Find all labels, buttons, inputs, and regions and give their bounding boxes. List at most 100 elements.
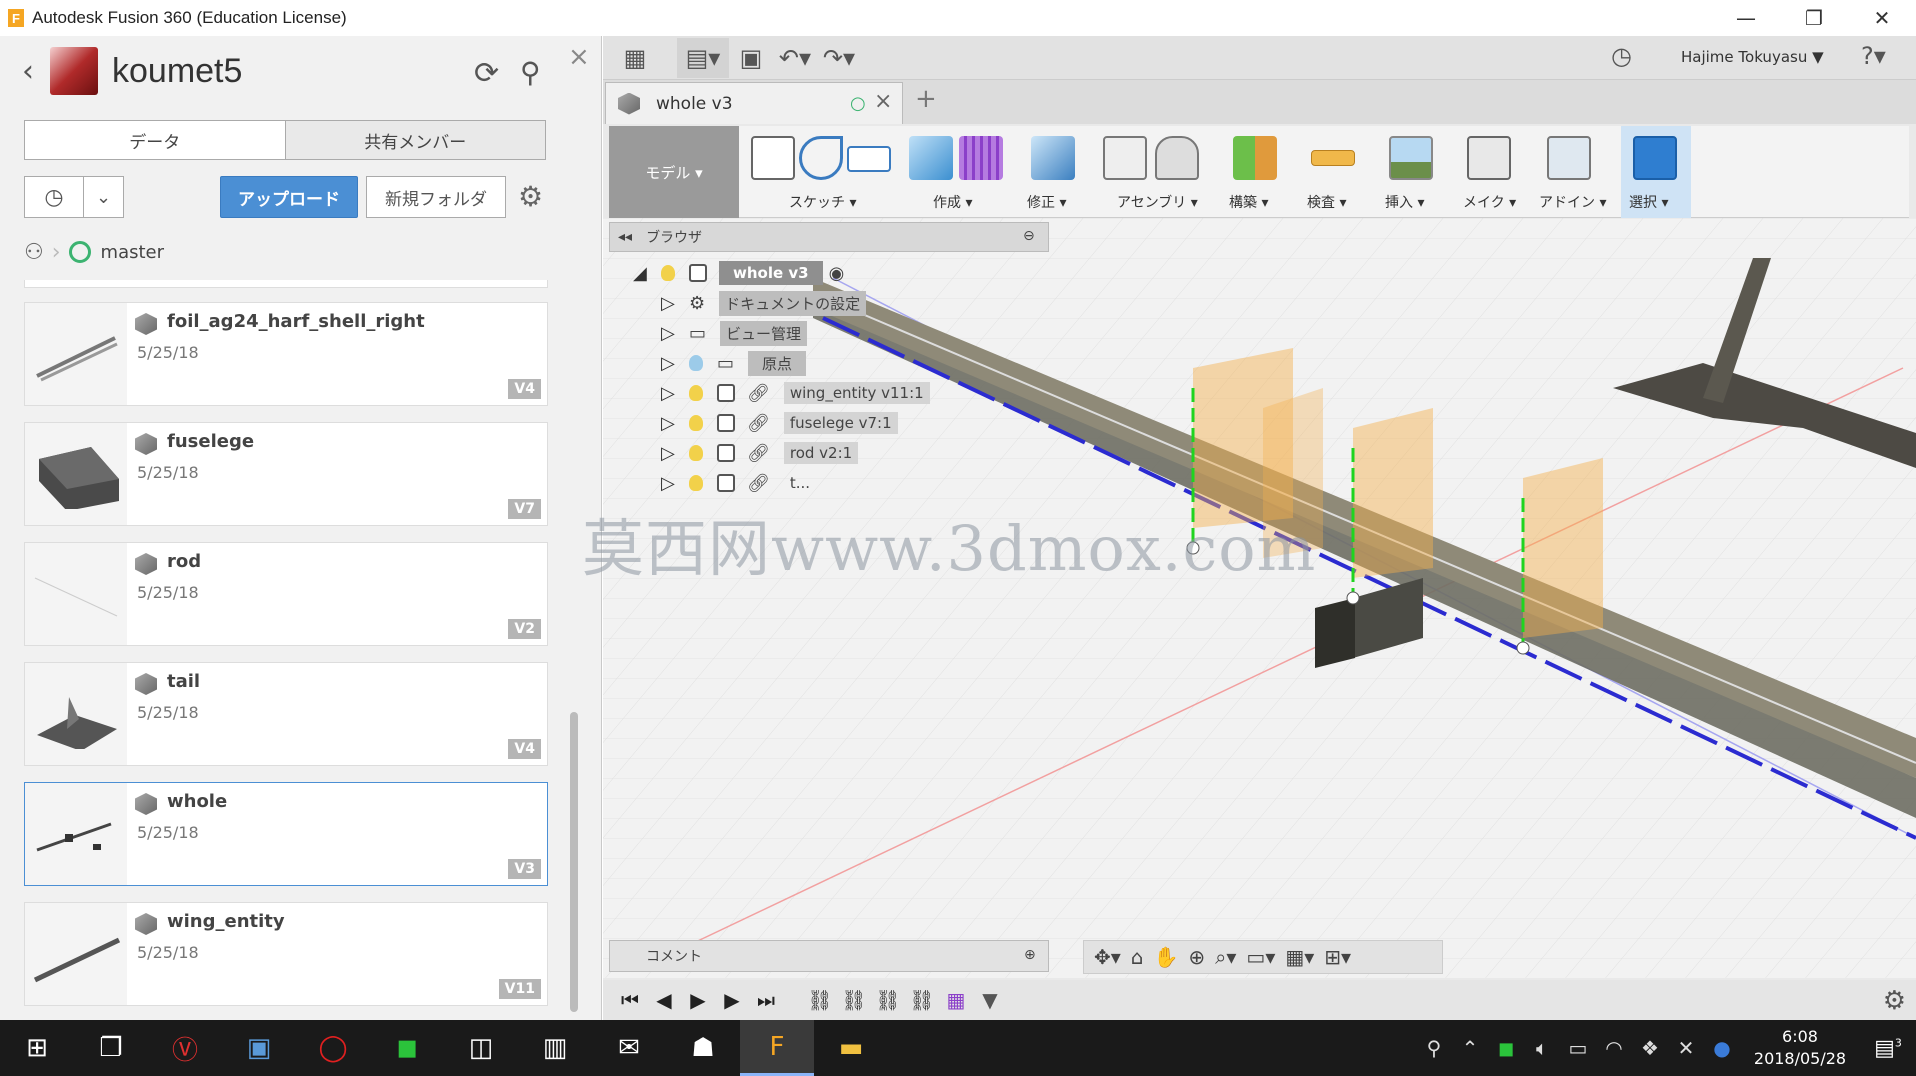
- game-app-icon[interactable]: ☗: [666, 1020, 740, 1076]
- line-tray-icon[interactable]: ◼: [1488, 1036, 1524, 1060]
- insert-image-icon[interactable]: [1389, 136, 1433, 180]
- system-clock[interactable]: 6:08 2018/05/28: [1740, 1026, 1860, 1070]
- addins-menu-label[interactable]: アドイン ▾: [1539, 192, 1606, 212]
- tree-item[interactable]: ▷ 🔗︎ fuselege v7:1: [661, 408, 898, 438]
- make-menu-label[interactable]: メイク ▾: [1463, 192, 1516, 212]
- play-icon[interactable]: ▶: [681, 988, 715, 1012]
- list-item-selected[interactable]: whole 5/25/18 V3: [24, 782, 548, 886]
- tree-item[interactable]: ▷ ⚙ ドキュメントの設定: [661, 288, 867, 318]
- create-sketch-icon[interactable]: [751, 136, 795, 180]
- file-menu-icon[interactable]: ▤▾: [677, 37, 729, 78]
- look-at-icon[interactable]: ⌂: [1131, 945, 1144, 969]
- visibility-bulb-icon[interactable]: [689, 475, 703, 491]
- visibility-bulb-icon[interactable]: [689, 445, 703, 461]
- tree-root[interactable]: ◢ whole v3 ◉: [633, 258, 844, 288]
- grid-icon[interactable]: ▦: [613, 38, 657, 78]
- tree-item[interactable]: ▷ 🔗︎ t...: [661, 468, 816, 498]
- tab-shared-members[interactable]: 共有メンバー: [284, 121, 545, 159]
- line-tool-icon[interactable]: [799, 136, 843, 180]
- close-x-tray-icon[interactable]: ✕: [1668, 1036, 1704, 1060]
- joint-icon[interactable]: [1155, 136, 1199, 180]
- mail-icon[interactable]: ✉: [592, 1020, 666, 1076]
- sketch-group[interactable]: スケッチ ▾: [745, 126, 895, 218]
- start-menu-icon[interactable]: ⊞: [0, 1020, 74, 1076]
- assemble-menu-label[interactable]: アセンブリ ▾: [1117, 192, 1198, 212]
- offset-plane-icon[interactable]: [1233, 136, 1277, 180]
- version-badge[interactable]: V4: [508, 379, 541, 399]
- select-group[interactable]: 選択 ▾: [1621, 126, 1691, 218]
- visibility-bulb-icon[interactable]: [689, 385, 703, 401]
- comment-bar[interactable]: コメント ⊕: [609, 940, 1049, 972]
- people-icon[interactable]: ⚲: [1416, 1036, 1452, 1060]
- opera-browser-icon[interactable]: ◯: [296, 1020, 370, 1076]
- minimize-button[interactable]: —: [1712, 0, 1780, 36]
- list-item[interactable]: rod 5/25/18 V2: [24, 542, 548, 646]
- modify-menu-label[interactable]: 修正 ▾: [1027, 192, 1066, 212]
- version-badge[interactable]: V11: [498, 979, 541, 999]
- make-group[interactable]: メイク ▾: [1455, 126, 1525, 218]
- orbit-icon[interactable]: ✥▾: [1094, 945, 1121, 969]
- insert-menu-label[interactable]: 挿入 ▾: [1385, 192, 1424, 212]
- tree-item[interactable]: ▷ ▭ 原点: [661, 348, 807, 378]
- history-icon[interactable]: ◷: [24, 176, 84, 218]
- file-explorer-icon[interactable]: ▬: [814, 1020, 888, 1076]
- branch-name[interactable]: master: [101, 242, 164, 263]
- branch-tree-icon[interactable]: ⚇: [24, 240, 44, 265]
- collapse-icon[interactable]: ◂◂: [618, 229, 632, 245]
- select-menu-label[interactable]: 選択 ▾: [1629, 192, 1668, 212]
- minus-icon[interactable]: ⊖: [1023, 228, 1035, 244]
- visibility-bulb-icon[interactable]: [689, 415, 703, 431]
- expand-triangle-icon[interactable]: ▷: [661, 473, 689, 494]
- list-item[interactable]: wing_entity 5/25/18 V11: [24, 902, 548, 1006]
- vivaldi-browser-icon[interactable]: Ⓥ: [148, 1020, 222, 1076]
- expand-triangle-icon[interactable]: ▷: [661, 323, 689, 344]
- construct-menu-label[interactable]: 構築 ▾: [1229, 192, 1268, 212]
- browser-header[interactable]: ◂◂ ブラウザ ⊖: [609, 222, 1049, 252]
- chevron-down-icon[interactable]: ⌄: [84, 176, 124, 218]
- upload-button[interactable]: アップロード: [220, 176, 358, 218]
- battery-icon[interactable]: ▭: [1560, 1036, 1596, 1060]
- display-settings-icon[interactable]: ▭▾: [1246, 945, 1275, 969]
- construct-group[interactable]: 構築 ▾: [1221, 126, 1291, 218]
- gear-icon[interactable]: ⚙: [518, 180, 543, 213]
- version-badge[interactable]: V4: [508, 739, 541, 759]
- timeline-marker-icon[interactable]: ▼: [973, 988, 1007, 1012]
- press-pull-icon[interactable]: [1031, 136, 1075, 180]
- timeline-joint-icon[interactable]: ⛓: [803, 988, 837, 1012]
- notebook-app-icon[interactable]: ▥: [518, 1020, 592, 1076]
- chevron-up-icon[interactable]: ⌃: [1452, 1036, 1488, 1060]
- modify-group[interactable]: 修正 ▾: [1021, 126, 1091, 218]
- expand-triangle-icon[interactable]: ▷: [661, 443, 689, 464]
- redo-icon[interactable]: ↷▾: [817, 38, 861, 78]
- visibility-bulb-icon[interactable]: [661, 265, 675, 281]
- addins-group[interactable]: アドイン ▾: [1533, 126, 1613, 218]
- control-panel-icon[interactable]: ▣: [222, 1020, 296, 1076]
- new-component-icon[interactable]: [1103, 136, 1147, 180]
- go-to-start-icon[interactable]: ⏮: [613, 988, 647, 1012]
- undo-icon[interactable]: ↶▾: [773, 38, 817, 78]
- measure-icon[interactable]: [1311, 150, 1355, 166]
- version-badge[interactable]: V2: [508, 619, 541, 639]
- expand-triangle-icon[interactable]: ▷: [661, 383, 689, 404]
- scrollbar[interactable]: [570, 712, 578, 1012]
- timeline-joint-icon[interactable]: ⛓: [871, 988, 905, 1012]
- tree-item[interactable]: ▷ ▭ ビュー管理: [661, 318, 808, 348]
- close-panel-icon[interactable]: ×: [568, 42, 590, 72]
- search-icon[interactable]: ⚲: [520, 56, 541, 89]
- task-view-icon[interactable]: ❐: [74, 1020, 148, 1076]
- close-icon[interactable]: ×: [874, 89, 892, 114]
- timeline-joint-icon[interactable]: ⛓: [837, 988, 871, 1012]
- tab-data[interactable]: データ: [25, 121, 285, 159]
- pan-icon[interactable]: ✋: [1154, 945, 1179, 969]
- expand-triangle-icon[interactable]: ▷: [661, 353, 689, 374]
- 3d-print-icon[interactable]: [1467, 136, 1511, 180]
- workspace-mode-dropdown[interactable]: モデル ▾: [609, 126, 739, 218]
- restore-button[interactable]: ❐: [1780, 0, 1848, 36]
- step-back-icon[interactable]: ◀: [647, 988, 681, 1012]
- add-tab-button[interactable]: +: [915, 84, 937, 114]
- new-folder-button[interactable]: 新規フォルダ: [366, 176, 506, 218]
- form-icon[interactable]: [959, 136, 1003, 180]
- assemble-group[interactable]: アセンブリ ▾: [1097, 126, 1213, 218]
- save-icon[interactable]: ▣: [729, 38, 773, 78]
- create-group[interactable]: 作成 ▾: [905, 126, 1015, 218]
